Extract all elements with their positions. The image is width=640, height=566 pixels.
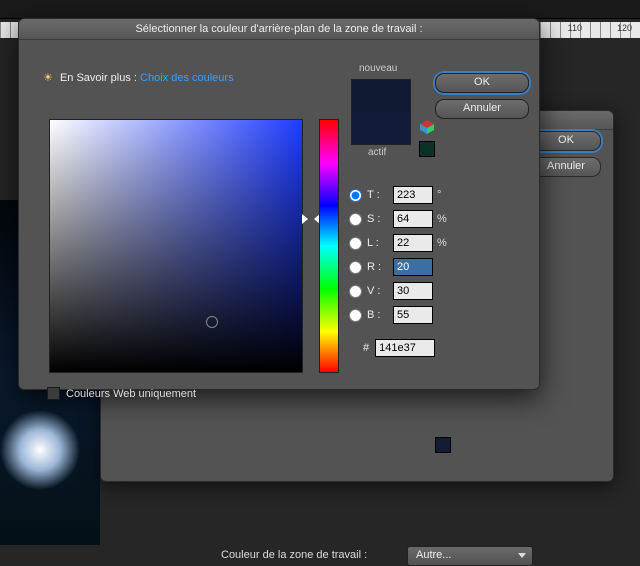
gamut-swatch[interactable] <box>419 141 435 157</box>
dropdown-value: Autre... <box>416 549 451 561</box>
color-cube-icon[interactable] <box>419 119 435 135</box>
radio-lum[interactable] <box>349 237 362 250</box>
label-new: nouveau <box>359 63 397 74</box>
canvas-color-label: Couleur de la zone de travail : <box>221 549 367 561</box>
radio-b[interactable] <box>349 309 362 322</box>
cancel-button[interactable]: Annuler <box>531 157 601 177</box>
color-field-cursor[interactable] <box>206 316 218 328</box>
row-lum: L : % <box>349 231 451 255</box>
label-current: actif <box>368 147 386 158</box>
canvas-color-swatch[interactable] <box>435 437 451 453</box>
radio-r[interactable] <box>349 261 362 274</box>
label-hue: T : <box>367 189 389 201</box>
learn-prefix: En Savoir plus : <box>60 72 140 84</box>
hue-pointer-left-icon <box>302 214 308 224</box>
row-hue: T : ° <box>349 183 451 207</box>
label-lum: L : <box>367 237 389 249</box>
dialog-title[interactable]: Sélectionner la couleur d'arrière-plan d… <box>19 19 539 40</box>
ok-button[interactable]: OK <box>531 131 601 151</box>
web-colors-only[interactable]: Couleurs Web uniquement <box>47 387 196 400</box>
radio-hue[interactable] <box>349 189 362 202</box>
canvas-color-dropdown[interactable]: Autre... <box>407 546 533 566</box>
preview-new-color <box>352 80 410 112</box>
label-b: B : <box>367 309 389 321</box>
color-preview <box>351 79 411 145</box>
input-hex[interactable] <box>375 339 435 357</box>
unit-sat: % <box>437 213 451 225</box>
web-colors-label: Couleurs Web uniquement <box>66 388 196 400</box>
learn-more-link[interactable]: Choix des couleurs <box>140 72 234 84</box>
row-v: V : <box>349 279 451 303</box>
row-sat: S : % <box>349 207 451 231</box>
ok-button[interactable]: OK <box>435 73 529 93</box>
color-picker-dialog: Sélectionner la couleur d'arrière-plan d… <box>18 18 540 390</box>
app-menubar <box>0 0 640 19</box>
label-v: V : <box>367 285 389 297</box>
color-field[interactable] <box>49 119 303 373</box>
input-hue[interactable] <box>393 186 433 204</box>
ruler-mark: 110 <box>568 23 582 33</box>
learn-more: ☀ En Savoir plus : Choix des couleurs <box>43 71 234 84</box>
radio-v[interactable] <box>349 285 362 298</box>
input-lum[interactable] <box>393 234 433 252</box>
input-v[interactable] <box>393 282 433 300</box>
cancel-button[interactable]: Annuler <box>435 99 529 119</box>
lightbulb-icon: ☀ <box>43 72 53 84</box>
hue-slider[interactable] <box>319 119 339 373</box>
ruler-mark: 120 <box>617 23 632 33</box>
row-r: R : <box>349 255 451 279</box>
radio-sat[interactable] <box>349 213 362 226</box>
unit-hue: ° <box>437 189 451 201</box>
checkbox-web[interactable] <box>47 387 60 400</box>
label-sat: S : <box>367 213 389 225</box>
row-hex: # <box>363 339 435 357</box>
chevron-down-icon <box>518 553 526 558</box>
color-value-rows: T : ° S : % L : % R : V : <box>349 183 451 327</box>
input-sat[interactable] <box>393 210 433 228</box>
preview-current-color[interactable] <box>352 112 410 144</box>
unit-lum: % <box>437 237 451 249</box>
row-b: B : <box>349 303 451 327</box>
input-b[interactable] <box>393 306 433 324</box>
label-r: R : <box>367 261 389 273</box>
input-r[interactable] <box>393 258 433 276</box>
hex-hash: # <box>363 342 369 354</box>
